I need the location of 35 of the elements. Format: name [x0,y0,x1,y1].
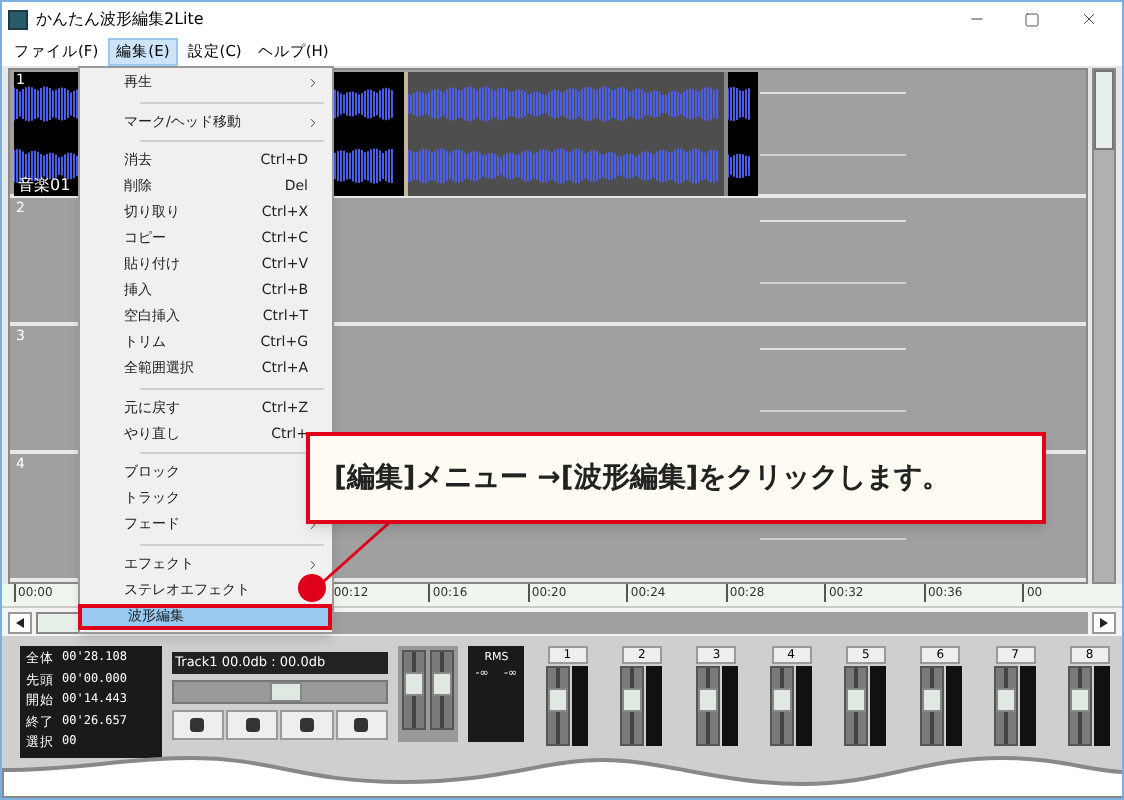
fader-slider[interactable] [401,650,426,730]
callout-text: [編集]メニュー →[波形編集]をクリックします。 [334,459,951,497]
position-slider[interactable] [171,680,388,704]
fader-slider[interactable] [620,666,645,746]
fader-slider[interactable] [994,666,1019,746]
fader-slider[interactable] [546,666,571,746]
close-icon [1079,10,1097,28]
transport-button[interactable] [280,710,334,740]
level-meter [870,666,887,746]
fader-slider[interactable] [429,650,454,730]
waveform-drawing [728,81,752,125]
vertical-scrollbar[interactable] [1092,68,1116,584]
scroll-right-button[interactable] [1092,611,1116,633]
right-triangle-icon [1100,617,1108,627]
left-triangle-icon [16,617,24,627]
fader-slider[interactable] [770,666,795,746]
level-meter [1094,666,1111,746]
scroll-left-button[interactable] [8,611,32,633]
transport-button[interactable] [335,710,388,740]
fader-slider[interactable] [695,666,720,746]
level-meter [646,666,663,746]
level-meter [572,666,589,746]
fader-slider[interactable] [844,666,869,746]
level-meter [1020,666,1037,746]
transport-button[interactable] [225,710,279,740]
level-meter [945,666,962,746]
fader-slider[interactable] [919,666,944,746]
level-meter [721,666,738,746]
transport-button[interactable] [171,710,224,740]
track-name: 音楽01 [18,174,71,198]
fader-slider[interactable] [1068,666,1093,746]
app-icon [8,9,28,29]
level-meter [796,666,813,746]
maximize-icon [1024,11,1040,27]
window-title: かんたん波形編集2Lite [36,7,206,31]
